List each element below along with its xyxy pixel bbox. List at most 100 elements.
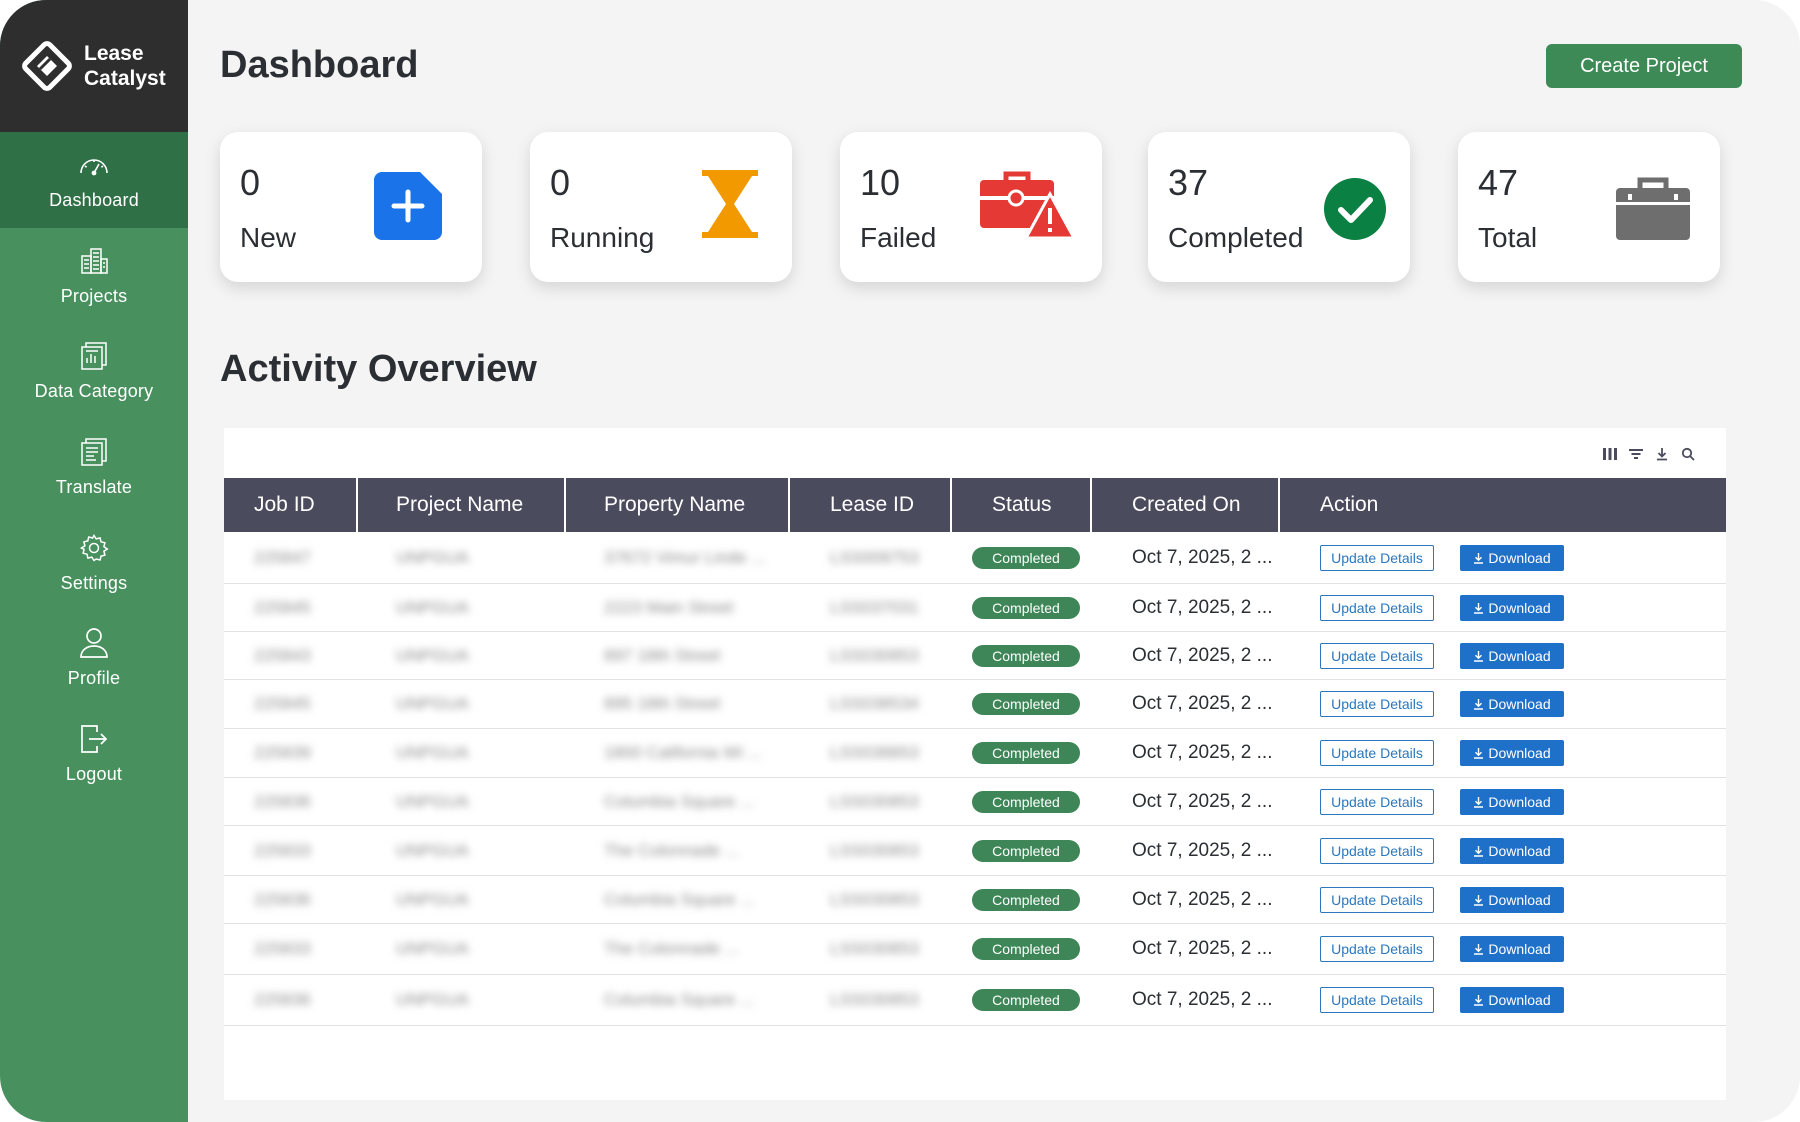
column-header-created-on[interactable]: Created On (1092, 478, 1280, 532)
sidebar-item-label: Profile (67, 668, 121, 689)
column-header-action: Action (1320, 493, 1379, 516)
download-label: Download (1488, 891, 1551, 908)
update-details-button[interactable]: Update Details (1320, 788, 1434, 815)
status-badge: Completed (972, 546, 1080, 569)
cell-property-name: Columbia Square ... (604, 990, 755, 1009)
update-details-button[interactable]: Update Details (1320, 936, 1434, 962)
cell-job-id: 225845 (254, 694, 311, 713)
sidebar-item-dashboard[interactable]: Dashboard (0, 132, 188, 228)
cell-created-on: Oct 7, 2025, 2 ... (1132, 644, 1273, 666)
cell-created-on: Oct 7, 2025, 2 ... (1132, 839, 1273, 861)
download-button[interactable]: Download (1460, 837, 1564, 864)
status-badge: Completed (972, 596, 1080, 619)
create-project-button[interactable]: Create Project (1546, 44, 1742, 88)
update-details-button[interactable]: Update Details (1320, 987, 1434, 1013)
column-header-status[interactable]: Status (952, 478, 1092, 532)
user-icon (77, 626, 111, 660)
sidebar-item-label: Translate (55, 477, 133, 498)
update-details-button[interactable]: Update Details (1320, 691, 1434, 717)
stat-label: Total (1478, 222, 1538, 253)
update-details-label: Update Details (1331, 696, 1423, 712)
sidebar-item-label: Data Category (34, 381, 154, 402)
column-header-job-id[interactable]: Job ID (224, 478, 358, 532)
activity-overview-title: Activity Overview (220, 348, 537, 390)
table-toolbar (1602, 446, 1696, 462)
cell-created-on: Oct 7, 2025, 2 ... (1132, 790, 1273, 812)
cell-project-name: UNPGUA (396, 889, 469, 909)
download-icon[interactable] (1654, 446, 1670, 462)
stat-card-total[interactable]: 47 Total (1458, 132, 1720, 282)
page-title: Dashboard (220, 44, 419, 86)
cell-lease-id: LSS030853 (830, 840, 919, 860)
logout-icon (77, 722, 111, 756)
cell-job-id: 225833 (254, 939, 311, 958)
column-header-project-name[interactable]: Project Name (358, 478, 566, 532)
update-details-button[interactable]: Update Details (1320, 886, 1434, 913)
update-details-button[interactable]: Update Details (1320, 642, 1434, 669)
download-label: Download (1488, 745, 1551, 761)
stat-card-running[interactable]: 0 Running (530, 132, 792, 282)
cell-job-id: 225833 (254, 840, 311, 860)
briefcase-warning-icon (980, 170, 1077, 247)
update-details-button[interactable]: Update Details (1320, 837, 1434, 864)
column-header-property-name[interactable]: Property Name (566, 478, 790, 532)
update-details-button[interactable]: Update Details (1320, 594, 1434, 621)
stat-card-completed[interactable]: 37 Completed (1148, 132, 1410, 282)
stat-label: Failed (860, 222, 937, 253)
download-button[interactable]: Download (1460, 691, 1564, 717)
cell-created-on: Oct 7, 2025, 2 ... (1132, 989, 1273, 1010)
logo-line-2: Catalyst (84, 67, 166, 90)
download-label: Download (1488, 941, 1551, 957)
sidebar-item-projects[interactable]: Projects (0, 228, 188, 324)
sidebar-item-label: Projects (60, 285, 128, 306)
sidebar-item-label: Settings (60, 572, 128, 593)
cell-job-id: 225836 (254, 889, 311, 909)
download-button[interactable]: Download (1460, 740, 1564, 766)
download-button[interactable]: Download (1460, 788, 1564, 815)
download-label: Download (1488, 842, 1551, 859)
columns-icon[interactable] (1602, 446, 1618, 462)
buildings-icon (77, 244, 111, 278)
download-button[interactable]: Download (1460, 886, 1564, 913)
table-row: 225836 UNPGUA Columbia Square ... LSS030… (224, 975, 1726, 1026)
status-badge: Completed (972, 839, 1080, 862)
check-circle-icon (1324, 178, 1386, 245)
column-header-lease-id[interactable]: Lease ID (790, 478, 952, 532)
sidebar-item-translate[interactable]: Translate (0, 419, 188, 515)
download-button[interactable]: Download (1460, 987, 1564, 1013)
activity-table: Job ID Project Name Property Name Lease … (224, 428, 1726, 1100)
cell-created-on: Oct 7, 2025, 2 ... (1132, 546, 1273, 568)
download-icon (1474, 699, 1484, 710)
logo[interactable]: Lease Catalyst (0, 0, 188, 132)
update-details-label: Update Details (1331, 941, 1423, 957)
download-label: Download (1488, 647, 1551, 664)
status-badge: Completed (972, 790, 1080, 813)
gear-icon (77, 531, 111, 565)
stat-card-failed[interactable]: 10 Failed (840, 132, 1102, 282)
cell-lease-id: LSS030853 (830, 791, 919, 811)
status-badge: Completed (972, 888, 1080, 911)
filter-icon[interactable] (1628, 446, 1644, 462)
stat-label: New (240, 222, 297, 253)
sidebar-item-logout[interactable]: Logout (0, 706, 188, 802)
download-button[interactable]: Download (1460, 936, 1564, 962)
table-row: 225845 UNPGUA 2223 Main Street LSS037031… (224, 584, 1726, 632)
cell-created-on: Oct 7, 2025, 2 ... (1132, 596, 1273, 618)
download-label: Download (1488, 549, 1551, 566)
search-icon[interactable] (1680, 446, 1696, 462)
sidebar-item-data-category[interactable]: Data Category (0, 323, 188, 419)
download-button[interactable]: Download (1460, 544, 1564, 571)
sidebar-item-settings[interactable]: Settings (0, 514, 188, 610)
stat-card-new[interactable]: 0 New (220, 132, 482, 282)
table-row: 225836 UNPGUA Columbia Square ... LSS030… (224, 778, 1726, 826)
cell-created-on: Oct 7, 2025, 2 ... (1132, 938, 1273, 959)
status-badge: Completed (972, 742, 1080, 764)
table-row: 225843 UNPGUA 897 18th Street LSS030853 … (224, 632, 1726, 680)
cell-job-id: 225836 (254, 990, 311, 1009)
download-button[interactable]: Download (1460, 594, 1564, 621)
update-details-button[interactable]: Update Details (1320, 740, 1434, 766)
download-button[interactable]: Download (1460, 642, 1564, 669)
download-icon (1474, 602, 1484, 614)
sidebar-item-profile[interactable]: Profile (0, 610, 188, 706)
update-details-button[interactable]: Update Details (1320, 544, 1434, 571)
